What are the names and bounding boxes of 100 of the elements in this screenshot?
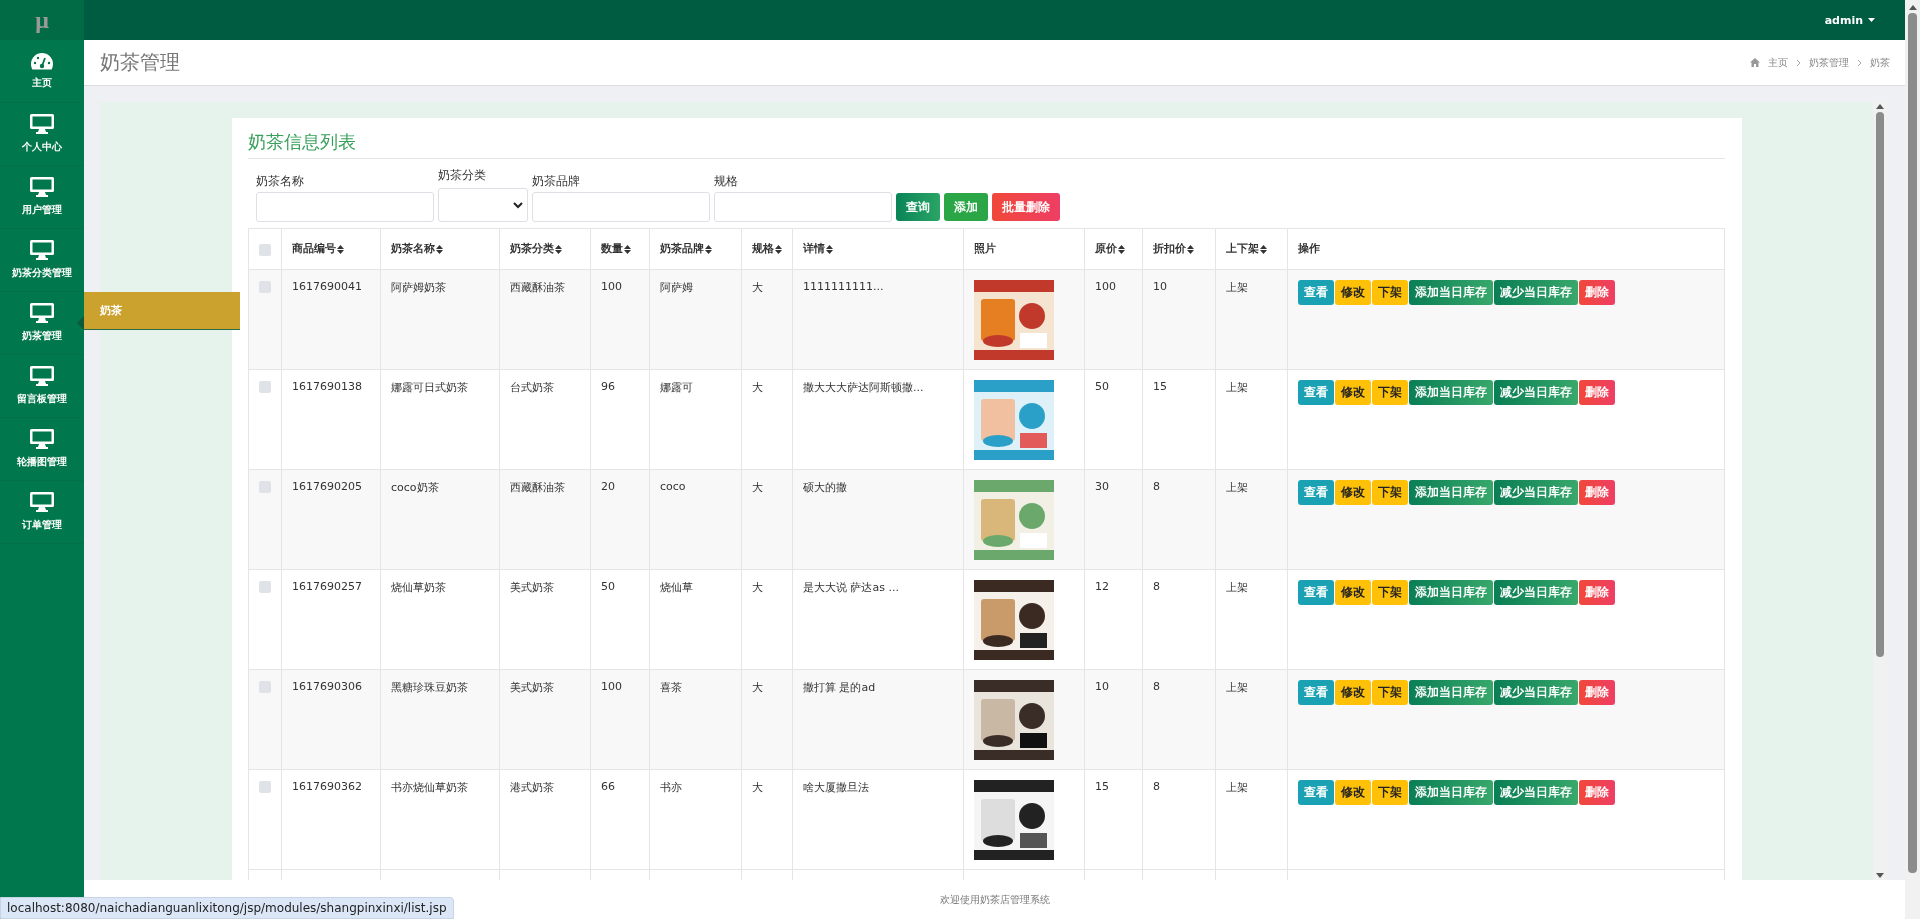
column-header[interactable]: 折扣价 [1153, 242, 1194, 256]
checkbox[interactable] [259, 381, 271, 393]
select-field[interactable] [438, 188, 528, 222]
breadcrumb-link[interactable]: 奶茶管理 [1809, 55, 1849, 70]
add-button[interactable]: 添加 [944, 193, 988, 221]
column-header[interactable]: 奶茶分类 [510, 242, 562, 256]
edit-button[interactable]: 修改 [1335, 580, 1371, 605]
stock-button[interactable]: 减少当日库存 [1494, 280, 1578, 305]
column-header[interactable]: 商品编号 [292, 242, 344, 256]
chevron-icon [1857, 58, 1862, 67]
column-header[interactable]: 规格 [752, 242, 782, 256]
edit-button[interactable]: 修改 [1335, 680, 1371, 705]
edit-button[interactable]: 下架 [1372, 680, 1408, 705]
edit-button[interactable]: 下架 [1372, 480, 1408, 505]
search-button[interactable]: 查询 [896, 193, 940, 221]
view-button[interactable]: 查看 [1298, 280, 1334, 305]
monitor-icon [30, 303, 54, 323]
stock-button[interactable]: 添加当日库存 [1409, 480, 1493, 505]
column-header[interactable]: 上下架 [1226, 242, 1267, 256]
checkbox[interactable] [259, 581, 271, 593]
sort-icon [436, 244, 443, 254]
footer-text: 欢迎使用奶茶店管理系统 [939, 892, 1050, 907]
table-cell: 大 [741, 669, 793, 770]
scrollbar-thumb[interactable] [1908, 13, 1917, 873]
stock-button[interactable]: 减少当日库存 [1494, 780, 1578, 805]
view-button[interactable]: 查看 [1298, 680, 1334, 705]
breadcrumb-link[interactable]: 奶茶 [1870, 55, 1890, 70]
input-field[interactable] [714, 192, 892, 222]
table-cell: 上架 [1215, 669, 1288, 770]
stock-button[interactable]: 减少当日库存 [1494, 580, 1578, 605]
edit-button[interactable]: 修改 [1335, 480, 1371, 505]
checkbox[interactable] [259, 781, 271, 793]
field-label: 奶茶分类 [438, 167, 487, 184]
table-cell: 上架 [1215, 369, 1288, 470]
table-cell: 8 [1142, 469, 1216, 570]
monitor-icon [30, 177, 54, 197]
table-cell: 10 [1084, 669, 1143, 770]
column-header[interactable]: 数量 [601, 242, 631, 256]
checkbox[interactable] [259, 243, 271, 256]
table-cell: 1617690138 [281, 369, 381, 470]
edit-button[interactable]: 修改 [1335, 780, 1371, 805]
card-title: 奶茶信息列表 [248, 130, 1725, 159]
delete-button[interactable]: 删除 [1579, 580, 1615, 605]
delete-button[interactable]: 批量删除 [992, 193, 1060, 221]
field-label: 奶茶品牌 [532, 173, 581, 190]
edit-button[interactable]: 修改 [1335, 380, 1371, 405]
column-header[interactable]: 原价 [1095, 242, 1125, 256]
column-header[interactable]: 详情 [803, 242, 833, 256]
table-cell: 1111111111... [792, 269, 964, 370]
checkbox[interactable] [259, 281, 271, 293]
caret-icon [1868, 18, 1875, 22]
edit-button[interactable]: 下架 [1372, 580, 1408, 605]
view-button[interactable]: 查看 [1298, 580, 1334, 605]
edit-button[interactable]: 修改 [1335, 280, 1371, 305]
view-button[interactable]: 查看 [1298, 480, 1334, 505]
checkbox[interactable] [259, 481, 271, 493]
stock-button[interactable]: 添加当日库存 [1409, 680, 1493, 705]
delete-button[interactable]: 删除 [1579, 280, 1615, 305]
table-cell: 100 [1084, 269, 1143, 370]
stock-button[interactable]: 添加当日库存 [1409, 780, 1493, 805]
table-cell: 阿萨姆奶茶 [380, 269, 500, 370]
stock-button[interactable]: 添加当日库存 [1409, 380, 1493, 405]
edit-button[interactable]: 下架 [1372, 380, 1408, 405]
scrollbar-thumb[interactable] [1876, 112, 1884, 657]
monitor-icon [30, 240, 54, 260]
column-header: 操作 [1298, 242, 1320, 256]
table-cell: 书亦 [649, 769, 742, 870]
table-cell: 书亦烧仙草奶茶 [380, 769, 500, 870]
table-cell: 黑糖珍珠豆奶茶 [380, 669, 500, 770]
breadcrumb-link[interactable]: 主页 [1768, 55, 1788, 70]
stock-button[interactable]: 添加当日库存 [1409, 280, 1493, 305]
user-menu[interactable]: admin [1824, 13, 1875, 27]
delete-button[interactable]: 删除 [1579, 480, 1615, 505]
checkbox[interactable] [259, 681, 271, 693]
table-cell: 上架 [1215, 269, 1288, 370]
stock-button[interactable]: 减少当日库存 [1494, 480, 1578, 505]
delete-button[interactable]: 删除 [1579, 680, 1615, 705]
logo: μ [0, 0, 84, 40]
view-button[interactable]: 查看 [1298, 780, 1334, 805]
edit-button[interactable]: 下架 [1372, 280, 1408, 305]
stock-button[interactable]: 添加当日库存 [1409, 580, 1493, 605]
table-cell: 12 [1084, 569, 1143, 670]
input-field[interactable] [256, 192, 434, 222]
column-header[interactable]: 奶茶品牌 [660, 242, 712, 256]
stock-button[interactable]: 减少当日库存 [1494, 380, 1578, 405]
edit-button[interactable]: 下架 [1372, 780, 1408, 805]
scrollbar[interactable] [1905, 0, 1920, 919]
stock-button[interactable]: 减少当日库存 [1494, 680, 1578, 705]
view-button[interactable]: 查看 [1298, 380, 1334, 405]
table-cell: 大 [741, 369, 793, 470]
scrollbar[interactable] [1873, 102, 1887, 880]
table-cell: 撒大大大萨达阿斯顿撒... [792, 369, 964, 470]
delete-button[interactable]: 删除 [1579, 380, 1615, 405]
input-field[interactable] [532, 192, 710, 222]
delete-button[interactable]: 删除 [1579, 780, 1615, 805]
column-header[interactable]: 奶茶名称 [391, 242, 443, 256]
sort-icon [1187, 244, 1194, 254]
sort-icon [1260, 244, 1267, 254]
table-cell: 20 [590, 469, 650, 570]
table-cell: 撒打算 是的ad [792, 669, 964, 770]
